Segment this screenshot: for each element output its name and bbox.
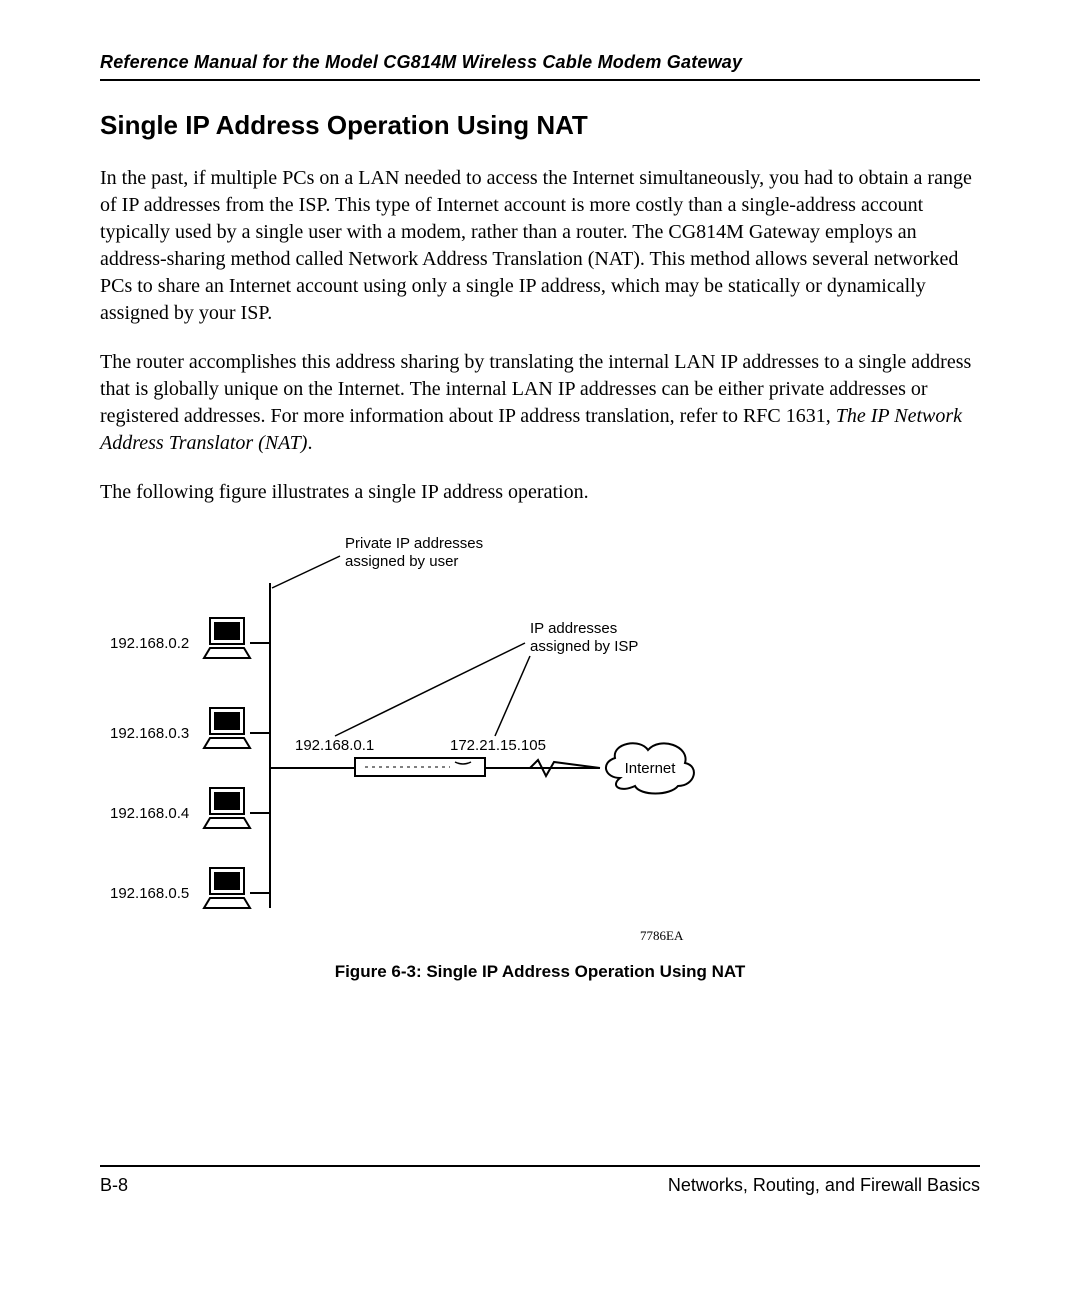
page: Reference Manual for the Model CG814M Wi… <box>0 0 1080 1296</box>
header: Reference Manual for the Model CG814M Wi… <box>100 52 980 81</box>
paragraph-2-text-b: . <box>307 432 312 454</box>
label-isp-1: IP addresses <box>530 620 617 637</box>
router-lan-ip: 192.168.0.1 <box>295 737 374 754</box>
figure-caption: Figure 6-3: Single IP Address Operation … <box>100 962 980 982</box>
figure-diagram: Internet Private IP addresses assigned b… <box>100 528 720 948</box>
footer: B-8 Networks, Routing, and Firewall Basi… <box>100 1165 980 1196</box>
page-number: B-8 <box>100 1175 128 1196</box>
footer-rule <box>100 1165 980 1167</box>
pc-ip-2: 192.168.0.3 <box>110 725 189 742</box>
cloud-label: Internet <box>625 760 677 777</box>
router-wan-ip: 172.21.15.105 <box>450 737 546 754</box>
section-heading: Single IP Address Operation Using NAT <box>100 110 980 141</box>
pc-ip-1: 192.168.0.2 <box>110 635 189 652</box>
body: Single IP Address Operation Using NAT In… <box>100 110 980 982</box>
paragraph-2: The router accomplishes this address sha… <box>100 349 980 457</box>
label-isp-2: assigned by ISP <box>530 638 638 655</box>
running-header-title: Reference Manual for the Model CG814M Wi… <box>100 52 980 73</box>
footer-section-title: Networks, Routing, and Firewall Basics <box>668 1175 980 1196</box>
pc-ip-3: 192.168.0.4 <box>110 805 189 822</box>
paragraph-3: The following figure illustrates a singl… <box>100 479 980 506</box>
pc-ip-4: 192.168.0.5 <box>110 885 189 902</box>
figure-code: 7786EA <box>640 928 683 944</box>
label-private-2: assigned by user <box>345 553 458 570</box>
paragraph-1: In the past, if multiple PCs on a LAN ne… <box>100 165 980 327</box>
label-private-1: Private IP addresses <box>345 535 483 552</box>
header-rule <box>100 79 980 81</box>
